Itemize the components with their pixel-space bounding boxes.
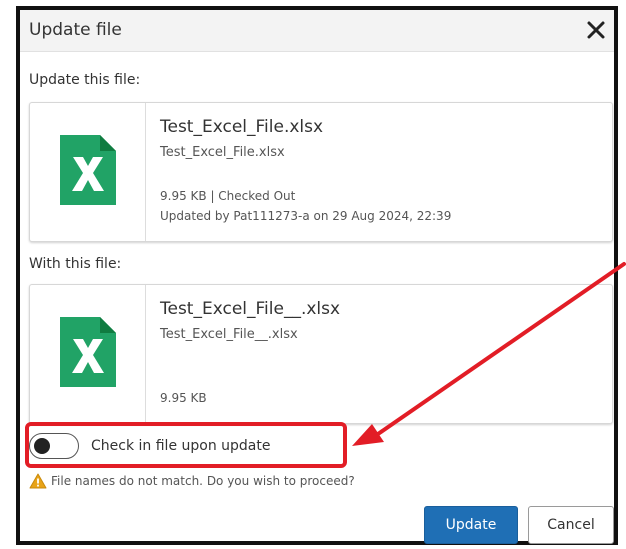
close-button[interactable]: [582, 16, 610, 44]
checkin-toggle-row: Check in file upon update: [29, 430, 349, 462]
update-button[interactable]: Update: [424, 506, 518, 544]
excel-file-icon: [60, 317, 116, 387]
current-file-updated: Updated by Pat111273-a on 29 Aug 2024, 2…: [160, 209, 452, 223]
current-file-icon-area: [30, 103, 146, 241]
current-file-size-status: 9.95 KB | Checked Out: [160, 189, 296, 203]
with-this-file-label: With this file:: [29, 256, 122, 272]
current-file-details: Test_Excel_File.xlsx Test_Excel_File.xls…: [160, 103, 604, 241]
new-file-subname: Test_Excel_File__.xlsx: [160, 327, 298, 342]
warning-text: File names do not match. Do you wish to …: [51, 474, 355, 488]
toggle-knob: [34, 438, 50, 454]
dialog-title: Update file: [29, 20, 122, 40]
current-file-card: Test_Excel_File.xlsx Test_Excel_File.xls…: [29, 102, 613, 242]
update-this-file-label: Update this file:: [29, 72, 141, 88]
new-file-card: Test_Excel_File__.xlsx Test_Excel_File__…: [29, 284, 613, 424]
current-file-name: Test_Excel_File.xlsx: [160, 117, 324, 137]
current-file-subname: Test_Excel_File.xlsx: [160, 145, 285, 160]
new-file-size: 9.95 KB: [160, 391, 207, 405]
dialog-header: Update file: [20, 10, 614, 52]
new-file-icon-area: [30, 285, 146, 423]
new-file-details: Test_Excel_File__.xlsx Test_Excel_File__…: [160, 285, 604, 423]
update-file-dialog: Update file Update this file: Test_Excel…: [16, 6, 618, 545]
warning-icon: [29, 473, 47, 489]
checkin-toggle-label[interactable]: Check in file upon update: [91, 438, 270, 454]
excel-file-icon: [60, 135, 116, 205]
cancel-button[interactable]: Cancel: [528, 506, 614, 544]
new-file-name: Test_Excel_File__.xlsx: [160, 299, 341, 319]
close-icon: [587, 21, 605, 39]
checkin-toggle[interactable]: [29, 433, 79, 459]
